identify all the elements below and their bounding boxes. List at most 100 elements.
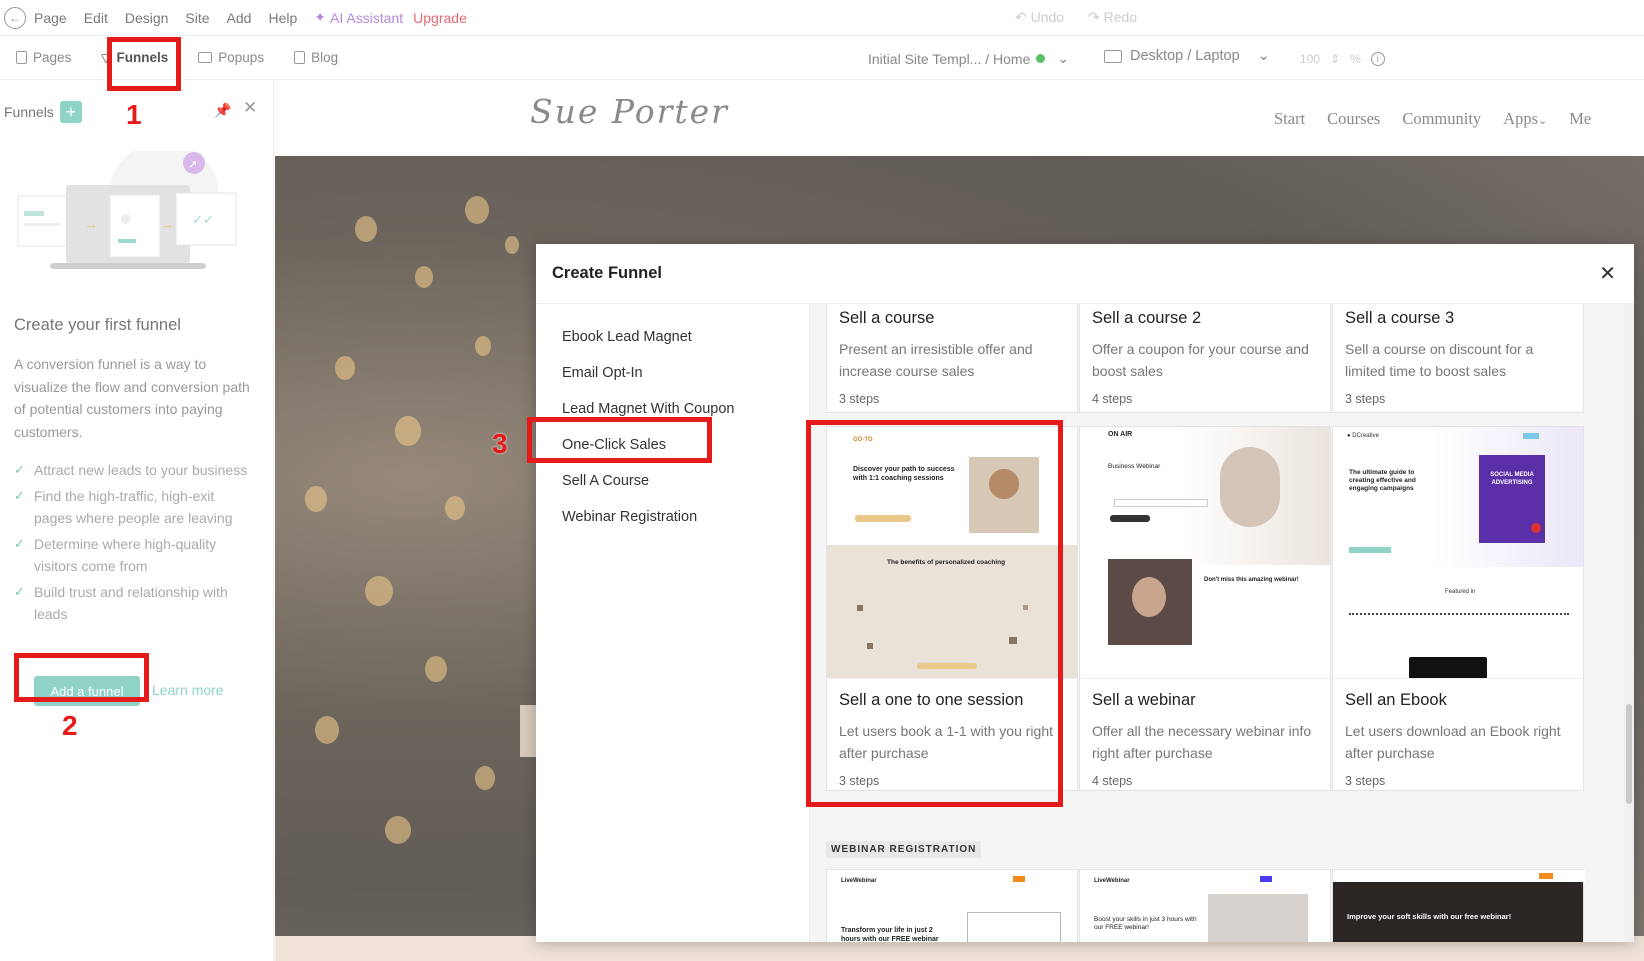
template-card-sell-a-course-3[interactable]: Sell a course 3 Sell a course on discoun… [1332,304,1584,413]
card-title: Sell a course 2 [1092,309,1202,327]
card-title: Sell a webinar [1092,691,1196,709]
menu-site[interactable]: Site [185,10,209,26]
card-steps: 4 steps [1092,392,1133,406]
learn-more-link[interactable]: Learn more [152,682,224,698]
preview-subheading: The benefits of personalized coaching [887,559,1006,566]
category-sell-a-course[interactable]: Sell A Course [562,473,649,489]
zoom-value[interactable]: 100 [1300,52,1320,66]
template-card-webinar-registration-1[interactable]: LiveWebinar Transform your life in just … [826,869,1078,942]
tab-bar: Pages ▽ Funnels Popups Blog [0,36,1644,80]
card-steps: 3 steps [1345,392,1386,406]
back-icon[interactable]: ← [4,6,26,29]
category-one-click-sales[interactable]: One-Click Sales [562,437,666,453]
preview-heading: Boost your skills in just 3 hours with o… [1094,916,1197,931]
site-nav-apps-label: Apps [1503,109,1539,128]
pin-icon[interactable]: 📌 [214,102,231,119]
check-icon: ✓ [14,487,25,503]
device-selector[interactable]: Desktop / Laptop ⌄ [1104,48,1270,64]
modal-title: Create Funnel [536,244,1634,304]
bullet-text: Find the high-traffic, high-exit pages w… [34,487,233,527]
svg-text:→: → [84,216,98,232]
tab-funnels[interactable]: ▽ Funnels [101,36,168,80]
site-nav-courses[interactable]: Courses [1327,109,1380,129]
template-card-sell-one-to-one-session[interactable]: GO·TO Discover your path to success with… [826,426,1078,791]
template-card-webinar-registration-3[interactable]: Improve your soft skills with our free w… [1332,869,1585,942]
ai-assistant-button[interactable]: ✦ AI Assistant [314,9,403,26]
ai-assistant-label: AI Assistant [330,9,404,26]
menu-edit[interactable]: Edit [84,10,108,26]
preview-heading: Discover your path to success with 1:1 c… [853,466,955,482]
funnels-panel: Funnels + 📌 ✕ → → ✓✓ ↗ Create your first… [0,81,274,961]
card-title: Sell a course [839,309,935,327]
menu-help[interactable]: Help [268,10,297,26]
scrollbar-thumb[interactable] [1626,704,1632,804]
undo-button[interactable]: ↶ Undo [1015,9,1064,26]
redo-icon: ↷ [1088,9,1100,25]
template-preview-ebook: ● DCreative The ultimate guide to creati… [1333,427,1583,679]
close-icon[interactable]: ✕ [1599,261,1616,286]
template-preview-coaching: GO·TO Discover your path to success with… [827,427,1077,679]
preview-brand: LiveWebinar [841,878,877,884]
site-nav-me[interactable]: Me [1569,109,1591,129]
section-label-webinar-registration: WEBINAR REGISTRATION [826,841,982,858]
chevron-down-icon: ⌄ [1257,48,1270,64]
card-description: Let users download an Ebook right after … [1345,723,1561,761]
add-funnel-button[interactable]: Add a funnel [34,676,140,706]
sparkle-icon: ✦ [314,9,326,25]
check-icon: ✓ [14,583,25,599]
blog-icon [294,51,306,64]
site-page-selector[interactable]: Initial Site Templ... / Home ⌄ [868,50,1069,67]
zoom-unit: % [1350,52,1361,66]
card-steps: 3 steps [1345,774,1386,788]
check-icon: ✓ [14,535,25,551]
site-nav-apps[interactable]: Apps⌄ [1503,109,1547,129]
step-number-3: 3 [492,428,508,459]
list-item: ✓ Determine where high-quality visitors c… [14,533,254,578]
preview-featured: Featured in [1445,589,1476,595]
step-number-2: 2 [62,710,78,741]
card-description: Present an irresistible offer and increa… [839,341,1033,379]
redo-button[interactable]: ↷ Redo [1088,9,1137,26]
menu-add[interactable]: Add [227,10,252,26]
tab-popups[interactable]: Popups [198,36,264,80]
tab-blog[interactable]: Blog [294,36,338,80]
card-steps: 3 steps [839,392,880,406]
card-description: Let users book a 1-1 with you right afte… [839,723,1054,761]
close-icon[interactable]: ✕ [243,98,257,118]
info-icon[interactable]: i [1370,52,1385,66]
category-email-opt-in[interactable]: Email Opt-In [562,365,643,381]
preview-heading: The ultimate guide to creating effective… [1349,469,1416,492]
menu-page[interactable]: Page [34,10,67,26]
card-description: Offer a coupon for your course and boost… [1092,341,1309,379]
add-funnel-plus-button[interactable]: + [59,101,82,123]
template-card-sell-an-ebook[interactable]: ● DCreative The ultimate guide to creati… [1332,426,1584,791]
site-logo[interactable]: Sue Porter [530,92,729,131]
scrollbar[interactable] [1624,304,1634,942]
template-card-sell-a-webinar[interactable]: ON AIR Business Webinar Don't miss this … [1079,426,1331,791]
site-nav-start[interactable]: Start [1274,109,1305,129]
redo-label: Redo [1103,9,1138,25]
list-item: ✓ Attract new leads to your business [14,459,254,482]
monitor-icon [1104,49,1122,63]
upgrade-link[interactable]: Upgrade [413,10,467,26]
template-card-sell-a-course-2[interactable]: Sell a course 2 Offer a coupon for your … [1079,304,1331,413]
category-ebook-lead-magnet[interactable]: Ebook Lead Magnet [562,329,692,345]
check-icon: ✓ [14,462,25,477]
zoom-control[interactable]: 100 ⇕ % i [1300,52,1385,66]
template-card-sell-a-course[interactable]: Sell a course Present an irresistible of… [826,304,1078,413]
template-card-webinar-registration-2[interactable]: LiveWebinar Boost your skills in just 3 … [1079,869,1331,942]
preview-brand: ON AIR [1108,431,1133,438]
site-nav-community[interactable]: Community [1402,109,1481,129]
funnels-panel-header: Funnels + [4,101,82,123]
device-label: Desktop / Laptop [1130,48,1240,64]
menu-design[interactable]: Design [125,10,169,26]
category-webinar-registration[interactable]: Webinar Registration [562,509,697,525]
svg-text:→: → [160,216,174,232]
preview-heading: Business Webinar [1108,463,1161,470]
card-description: Sell a course on discount for a limited … [1345,341,1534,379]
create-funnel-modal: Create Funnel ✕ Ebook Lead Magnet Email … [536,244,1634,942]
chevron-down-icon: ⌄ [1538,115,1548,127]
stepper-icon[interactable]: ⇕ [1330,52,1340,66]
category-lead-magnet-with-coupon[interactable]: Lead Magnet With Coupon [562,401,735,417]
tab-pages[interactable]: Pages [16,36,71,80]
